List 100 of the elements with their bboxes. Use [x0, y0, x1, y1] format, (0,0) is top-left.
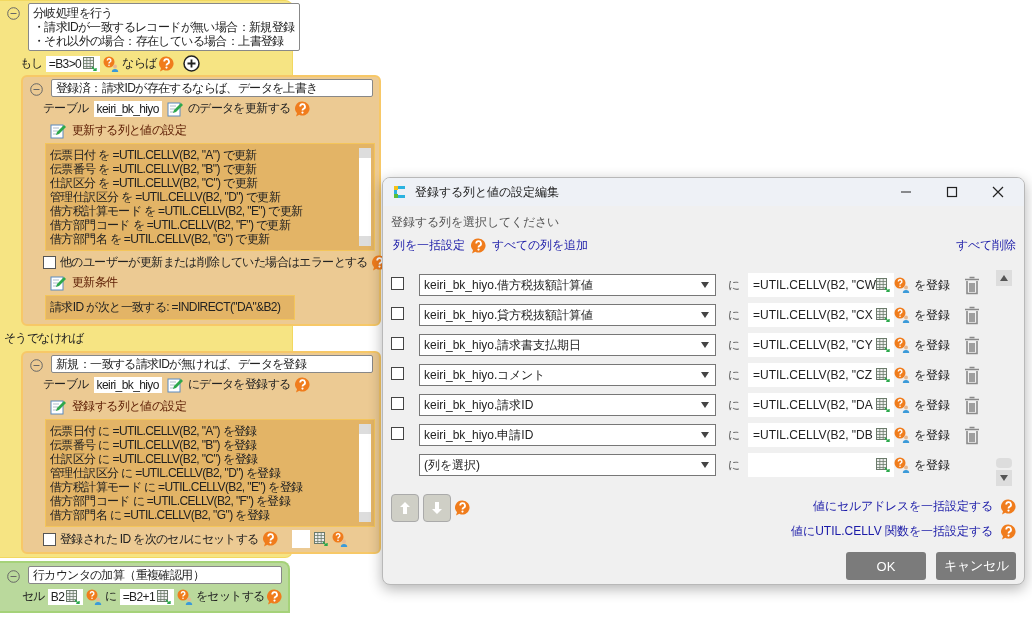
arrow-down-icon[interactable] — [432, 502, 442, 514]
grid-icon[interactable] — [876, 338, 890, 352]
help-person-icon[interactable] — [103, 55, 120, 72]
grid-icon[interactable] — [157, 589, 172, 604]
move-down-button[interactable] — [423, 494, 451, 522]
value-field[interactable]: =UTIL.CELLV(B2, "CX — [748, 303, 894, 327]
help-icon[interactable] — [455, 500, 470, 516]
cell-address-link[interactable]: 値にセルアドレスを一括設定する — [813, 498, 993, 515]
edit-icon[interactable] — [166, 100, 183, 117]
grid-icon[interactable] — [876, 398, 890, 412]
settings-link[interactable]: 更新する列と値の設定 — [72, 122, 186, 139]
trash-icon[interactable] — [964, 305, 980, 325]
branch-title-field[interactable]: 分岐処理を行う ・請求IDが一致するレコードが無い場合：新規登録 ・それ以外の場合：存在している場合：上書登録 — [28, 3, 300, 51]
bulk-set-link[interactable]: 列を一括設定 — [393, 237, 465, 254]
help-person-icon[interactable] — [86, 588, 103, 605]
scroll-up-button[interactable] — [996, 270, 1012, 286]
edit-icon[interactable] — [50, 122, 66, 139]
move-up-button[interactable] — [391, 494, 419, 522]
collapse-icon[interactable] — [7, 570, 20, 583]
table-field[interactable]: keiri_bk_hiyo — [93, 376, 162, 393]
help-person-icon[interactable] — [894, 337, 910, 353]
help-person-icon[interactable] — [894, 427, 910, 443]
close-icon[interactable] — [992, 186, 1004, 198]
column-select[interactable]: keiri_bk_hiyo.申請ID — [419, 424, 716, 446]
caret-icon[interactable] — [701, 431, 709, 439]
scrollbar[interactable] — [359, 148, 371, 246]
grid-icon[interactable] — [83, 56, 98, 71]
caret-icon[interactable] — [701, 401, 709, 409]
settings-link[interactable]: 登録する列と値の設定 — [72, 398, 186, 415]
counter-title-field[interactable]: 行カウンタの加算（重複確認用） — [28, 566, 282, 584]
help-person-icon[interactable] — [894, 367, 910, 383]
ok-button[interactable]: OK — [846, 552, 926, 580]
scroll-down-button[interactable] — [996, 470, 1012, 486]
value-field[interactable]: =UTIL.CELLV(B2, "DA — [748, 393, 894, 417]
value-field[interactable]: =B2+1 — [119, 588, 175, 605]
row-checkbox[interactable] — [391, 307, 404, 320]
column-select[interactable]: keiri_bk_hiyo.請求ID — [419, 394, 716, 416]
value-field[interactable]: =UTIL.CELLV(B2, "CY — [748, 333, 894, 357]
trash-icon[interactable] — [964, 395, 980, 415]
help-person-icon[interactable] — [331, 531, 348, 547]
help-icon[interactable] — [295, 376, 311, 393]
add-icon[interactable] — [183, 55, 201, 72]
edit-icon[interactable] — [50, 274, 66, 291]
collapse-icon[interactable] — [30, 83, 43, 96]
maximize-icon[interactable] — [946, 186, 958, 198]
value-field[interactable]: =UTIL.CELLV(B2, "CZ — [748, 363, 894, 387]
row-checkbox[interactable] — [391, 277, 404, 290]
caret-icon[interactable] — [701, 311, 709, 319]
add-all-link[interactable]: すべての列を追加 — [492, 237, 588, 254]
caret-down-icon[interactable] — [1000, 475, 1008, 481]
help-icon[interactable] — [471, 237, 486, 254]
caret-icon[interactable] — [701, 371, 709, 379]
caret-icon[interactable] — [701, 461, 709, 469]
cell-field[interactable]: B2 — [47, 588, 84, 605]
help-icon[interactable] — [295, 100, 311, 117]
row-checkbox[interactable] — [391, 397, 404, 410]
checkbox[interactable] — [43, 532, 56, 546]
grid-icon[interactable] — [876, 458, 890, 472]
table-field[interactable]: keiri_bk_hiyo — [93, 100, 162, 117]
cellv-link[interactable]: 値にUTIL.CELLV 関数を一括設定する — [791, 523, 993, 540]
help-icon[interactable] — [262, 531, 278, 547]
update-title-field[interactable]: 登録済：請求IDが存在するならば、データを上書き — [51, 79, 373, 97]
row-checkbox[interactable] — [391, 337, 404, 350]
trash-icon[interactable] — [964, 425, 980, 445]
cancel-button[interactable]: キャンセル — [936, 552, 1016, 580]
insert-title-field[interactable]: 新規：一致する請求IDが無ければ、データを登録 — [51, 355, 373, 373]
caret-up-icon[interactable] — [1000, 275, 1008, 281]
help-icon[interactable] — [267, 588, 283, 605]
help-icon[interactable] — [159, 55, 175, 72]
grid-icon[interactable] — [66, 589, 81, 604]
checkbox[interactable] — [43, 256, 56, 269]
row-checkbox[interactable] — [391, 367, 404, 380]
trash-icon[interactable] — [964, 335, 980, 355]
column-select[interactable]: keiri_bk_hiyo.借方税抜額計算値 — [419, 274, 716, 296]
grid-icon[interactable] — [876, 368, 890, 382]
condition-link[interactable]: 更新条件 — [72, 274, 118, 291]
help-person-icon[interactable] — [894, 307, 910, 323]
column-select[interactable]: keiri_bk_hiyo.コメント — [419, 364, 716, 386]
caret-icon[interactable] — [701, 341, 709, 349]
help-person-icon[interactable] — [894, 277, 910, 293]
column-select[interactable]: keiri_bk_hiyo.貸方税抜額計算値 — [419, 304, 716, 326]
grid-icon[interactable] — [876, 308, 890, 322]
value-field[interactable]: =UTIL.CELLV(B2, "CW — [748, 273, 894, 297]
arrow-up-icon[interactable] — [400, 502, 410, 514]
edit-icon[interactable] — [50, 398, 66, 415]
grid-icon[interactable] — [876, 278, 890, 292]
collapse-icon[interactable] — [30, 359, 43, 372]
delete-all-link[interactable]: すべて削除 — [956, 237, 1016, 254]
trash-icon[interactable] — [964, 275, 980, 295]
help-icon[interactable] — [1001, 523, 1016, 540]
value-field[interactable]: =UTIL.CELLV(B2, "DB — [748, 423, 894, 447]
collapse-icon[interactable] — [7, 7, 20, 20]
cell-field[interactable] — [291, 530, 310, 548]
grid-icon[interactable] — [876, 428, 890, 442]
scrollbar[interactable] — [359, 424, 371, 522]
help-icon[interactable] — [1001, 498, 1016, 515]
help-person-icon[interactable] — [894, 457, 910, 473]
column-select[interactable]: (列を選択) — [419, 454, 716, 476]
trash-icon[interactable] — [964, 365, 980, 385]
value-field[interactable] — [748, 453, 894, 477]
